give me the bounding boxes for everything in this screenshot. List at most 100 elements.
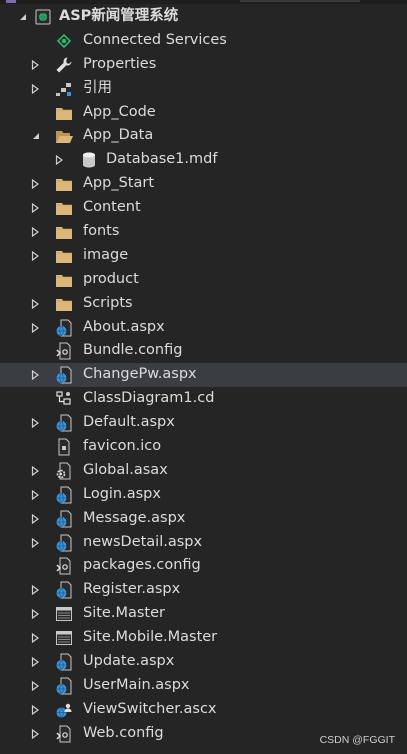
tree-item-label: Update.aspx (83, 653, 175, 670)
config-file-icon (55, 557, 73, 575)
tree-item-label: Connected Services (83, 31, 227, 48)
tree-item-label: Content (83, 199, 141, 216)
tree-item[interactable]: ClassDiagram1.cd (0, 387, 407, 411)
tree-item-label: Web.config (83, 724, 164, 741)
tree-item[interactable]: Database1.mdf (0, 148, 407, 172)
tree-item[interactable]: favicon.ico (0, 435, 407, 459)
folder-icon (55, 271, 73, 289)
collapsed-arrow-icon[interactable] (29, 531, 43, 555)
tree-item[interactable]: 引用 (0, 77, 407, 101)
config-file-icon (55, 725, 73, 743)
aspx-file-icon (55, 534, 73, 552)
aspx-file-icon (55, 677, 73, 695)
collapsed-arrow-icon[interactable] (29, 196, 43, 220)
tree-item[interactable]: About.aspx (0, 316, 407, 340)
tree-item[interactable]: Default.aspx (0, 411, 407, 435)
collapsed-arrow-icon[interactable] (29, 483, 43, 507)
tree-item[interactable]: Register.aspx (0, 578, 407, 602)
collapsed-arrow-icon[interactable] (29, 363, 43, 387)
collapsed-arrow-icon[interactable] (29, 507, 43, 531)
tree-item-label: App_Start (83, 175, 154, 192)
collapsed-arrow-icon[interactable] (29, 411, 43, 435)
asax-file-icon (55, 462, 73, 480)
tree-item[interactable]: product (0, 268, 407, 292)
tree-item-label: Database1.mdf (106, 151, 218, 168)
folder-icon (55, 295, 73, 313)
tree-item[interactable]: Properties (0, 53, 407, 77)
expanded-arrow-icon[interactable] (29, 124, 43, 148)
tree-item[interactable]: Global.asax (0, 459, 407, 483)
collapsed-arrow-icon[interactable] (29, 674, 43, 698)
expanded-arrow-icon[interactable] (16, 5, 30, 29)
tree-item-label: 引用 (83, 79, 112, 96)
collapsed-arrow-icon[interactable] (29, 722, 43, 746)
tree-item[interactable]: newsDetail.aspx (0, 531, 407, 555)
collapsed-arrow-icon[interactable] (29, 316, 43, 340)
tree-item[interactable]: Content (0, 196, 407, 220)
tree-item[interactable]: App_Code (0, 101, 407, 125)
collapsed-arrow-icon[interactable] (29, 244, 43, 268)
tree-item[interactable]: Login.aspx (0, 483, 407, 507)
tree-item[interactable]: ASP新闻管理系统 (0, 5, 407, 29)
tree-item-label: ClassDiagram1.cd (83, 390, 215, 407)
collapsed-arrow-icon[interactable] (29, 292, 43, 316)
tree-item-label: favicon.ico (83, 438, 162, 455)
tree-item[interactable]: Bundle.config (0, 339, 407, 363)
tree-item[interactable]: ChangePw.aspx (0, 363, 407, 388)
tree-item-label: newsDetail.aspx (83, 533, 203, 550)
references-icon (55, 80, 73, 98)
folder-icon (55, 104, 73, 122)
tree-item-label: UserMain.aspx (83, 676, 190, 693)
tree-item-label: Default.aspx (83, 414, 175, 431)
tree-item-label: About.aspx (83, 318, 165, 335)
vs-logo-fragment (6, 0, 16, 3)
tree-item[interactable]: Scripts (0, 292, 407, 316)
tree-item[interactable]: ViewSwitcher.ascx (0, 698, 407, 722)
aspx-file-icon (55, 319, 73, 337)
tree-item[interactable]: packages.config (0, 554, 407, 578)
collapsed-arrow-icon[interactable] (53, 148, 67, 172)
folder-open-icon (55, 127, 73, 145)
wrench-icon (55, 56, 73, 74)
aspx-file-icon (55, 486, 73, 504)
tree-item[interactable]: UserMain.aspx (0, 674, 407, 698)
folder-icon (55, 223, 73, 241)
collapsed-arrow-icon[interactable] (29, 220, 43, 244)
tree-item[interactable]: Update.aspx (0, 650, 407, 674)
collapsed-arrow-icon[interactable] (29, 698, 43, 722)
tab-fragment (240, 0, 360, 2)
collapsed-arrow-icon[interactable] (29, 77, 43, 101)
aspx-file-icon (55, 653, 73, 671)
tree-item-label: Register.aspx (83, 581, 181, 598)
window-top-edge (0, 0, 407, 4)
tree-item-label: ViewSwitcher.ascx (83, 700, 217, 717)
collapsed-arrow-icon[interactable] (29, 626, 43, 650)
tree-item-label: Login.aspx (83, 485, 161, 502)
tree-item-label: App_Data (83, 127, 154, 144)
master-page-icon (55, 629, 73, 647)
collapsed-arrow-icon[interactable] (29, 578, 43, 602)
tree-item[interactable]: fonts (0, 220, 407, 244)
tree-item-label: App_Code (83, 103, 156, 120)
tree-item-label: fonts (83, 223, 120, 240)
aspx-file-icon (55, 581, 73, 599)
tree-item-label: product (83, 270, 139, 287)
tree-item[interactable]: image (0, 244, 407, 268)
collapsed-arrow-icon[interactable] (29, 53, 43, 77)
tree-item[interactable]: Site.Master (0, 602, 407, 626)
config-file-icon (55, 342, 73, 360)
tree-item[interactable]: Connected Services (0, 29, 407, 53)
tree-item[interactable]: Message.aspx (0, 507, 407, 531)
tree-item-label: ChangePw.aspx (83, 366, 197, 383)
watermark: CSDN @FGGIT (319, 734, 395, 746)
collapsed-arrow-icon[interactable] (29, 459, 43, 483)
collapsed-arrow-icon[interactable] (29, 650, 43, 674)
database-icon (80, 151, 98, 169)
collapsed-arrow-icon[interactable] (29, 602, 43, 626)
tree-item[interactable]: App_Start (0, 172, 407, 196)
tree-item[interactable]: Site.Mobile.Master (0, 626, 407, 650)
folder-icon (55, 199, 73, 217)
aspx-file-icon (55, 510, 73, 528)
tree-item[interactable]: App_Data (0, 124, 407, 148)
collapsed-arrow-icon[interactable] (29, 172, 43, 196)
